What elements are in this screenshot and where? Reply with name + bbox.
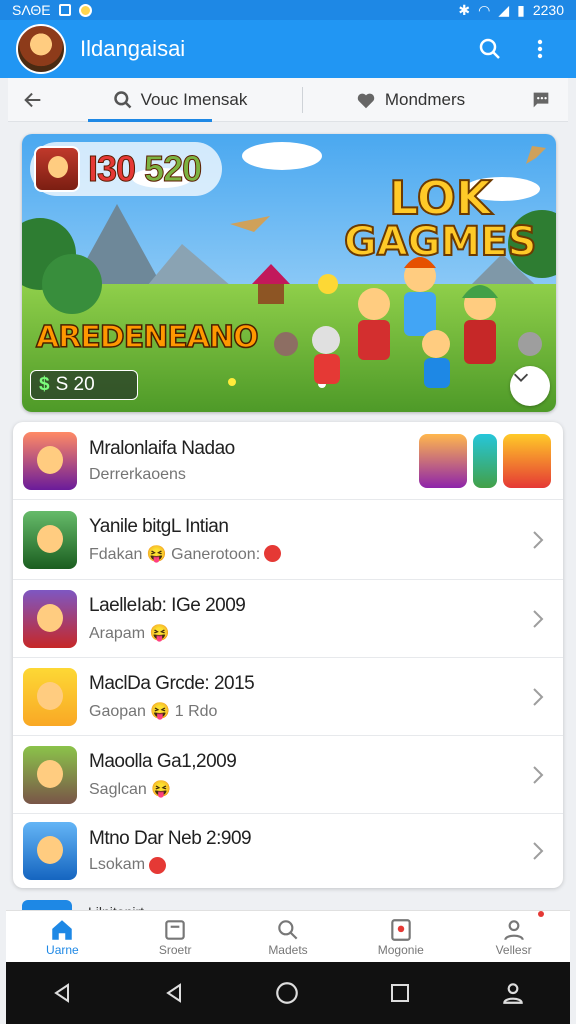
notification-dot xyxy=(537,911,544,917)
game-icon[interactable] xyxy=(473,433,497,488)
game-thumbnail xyxy=(23,431,77,490)
chat-icon[interactable] xyxy=(517,78,565,122)
nav-label: Mogonie xyxy=(377,942,424,957)
player-avatar xyxy=(34,146,80,192)
game-thumbnail xyxy=(23,745,77,804)
chevron-right-icon xyxy=(523,530,553,550)
back-icon[interactable] xyxy=(50,981,74,1005)
logo-line-1: LOK xyxy=(388,171,492,225)
back-icon[interactable] xyxy=(162,981,186,1005)
status-emoji-icon xyxy=(264,545,282,562)
nav-label: Uarne xyxy=(46,942,79,957)
badge-icon xyxy=(391,918,411,941)
list-item-subtitle: Saglcan 😝 xyxy=(89,780,172,798)
status-emoji-icon xyxy=(149,856,167,874)
nav-badges[interactable]: Mogonie xyxy=(344,911,457,962)
related-games xyxy=(419,433,551,488)
tab-favorites[interactable]: Mondmers xyxy=(303,78,517,122)
list-item-title: Maoolla Ga1,2009 xyxy=(89,750,237,772)
chevron-right-icon xyxy=(523,765,553,785)
coin-symbol: $ xyxy=(39,374,50,395)
game-icon[interactable] xyxy=(419,433,467,488)
featured-banner[interactable]: I30 520 LOK GAGMES AREDENEANO $ S 20 xyxy=(22,134,556,412)
tab-label: Vouc Imensak xyxy=(140,89,248,109)
game-icon[interactable] xyxy=(503,433,551,488)
game-thumbnail xyxy=(23,510,77,569)
nav-label: Vellesr xyxy=(495,942,532,957)
chevron-right-icon xyxy=(523,687,553,707)
status-left-text: SΛΘΕ xyxy=(12,2,51,18)
list-item-title: Mralonlaifa Nadao xyxy=(89,437,235,459)
banner-game-name: AREDENEANO xyxy=(35,319,259,356)
list-item-title: Yanile bitgL Intian xyxy=(89,515,229,537)
chevron-right-icon xyxy=(523,609,553,629)
score-pill: I30 520 xyxy=(30,142,222,196)
bluetooth-icon: ✱ xyxy=(458,1,471,18)
app-title: Ildangaisai xyxy=(80,36,186,61)
search-icon xyxy=(278,919,298,939)
nav-profile[interactable]: Vellesr xyxy=(457,911,570,962)
notification-icon xyxy=(58,4,71,16)
search-icon[interactable] xyxy=(470,29,510,69)
more-vert-icon[interactable] xyxy=(520,29,560,69)
score-left: I30 xyxy=(87,148,136,190)
list-item[interactable]: Mtno Dar Neb 2:909 Lsokam xyxy=(13,814,563,888)
game-thumbnail xyxy=(23,589,77,648)
app-notification-icon xyxy=(78,3,92,17)
battery-icon: ▮ xyxy=(517,1,525,18)
app-bar: Ildangaisai xyxy=(0,20,576,78)
expand-button[interactable] xyxy=(510,366,550,406)
status-bar: SΛΘΕ ✱ ◠ ◢ ▮ 2230 xyxy=(0,0,576,20)
nav-label: Sroetr xyxy=(158,942,192,957)
list-item[interactable]: Maoolla Ga1,2009 Saglcan 😝 xyxy=(13,736,563,814)
bottom-navigation: Uarne Sroetr Madets Mogonie Vellesr xyxy=(6,910,570,962)
list-item[interactable]: Yanile bitgL Intian Fdakan 😝 Ganerotoon: xyxy=(13,500,563,580)
signal-icon: ◢ xyxy=(498,1,510,18)
chevron-right-icon xyxy=(523,841,553,861)
coin-amount: S 20 xyxy=(55,374,95,395)
store-icon xyxy=(165,919,185,940)
nav-home[interactable]: Uarne xyxy=(6,911,119,962)
score-right: 520 xyxy=(144,148,203,190)
list-item[interactable]: MaclDa Grcde: 2015 Gaopan 😝 1 Rdo xyxy=(13,658,563,736)
tab-search[interactable]: Vouc Imensak xyxy=(58,78,302,122)
game-logo: LOK GAGMES xyxy=(343,171,538,265)
nav-label: Madets xyxy=(268,942,308,957)
list-item-subtitle: Derrerkaoens xyxy=(89,465,186,483)
avatar[interactable] xyxy=(16,24,66,74)
coin-balance: $ S 20 xyxy=(30,370,138,400)
list-item[interactable]: Mralonlaifa Nadao Derrerkaoens xyxy=(13,422,563,500)
person-icon[interactable] xyxy=(500,980,526,1006)
search-icon xyxy=(113,90,131,108)
nav-store[interactable]: Sroetr xyxy=(119,911,232,962)
wifi-icon: ◠ xyxy=(478,1,491,18)
back-arrow-icon[interactable] xyxy=(8,78,58,122)
nav-search[interactable]: Madets xyxy=(232,911,345,962)
tab-label: Mondmers xyxy=(384,89,466,109)
chevron-down-icon xyxy=(513,373,529,382)
logo-line-2: GAGMES xyxy=(343,219,538,265)
clock: 2230 xyxy=(532,2,564,18)
game-thumbnail xyxy=(23,822,77,880)
home-circle-icon[interactable] xyxy=(274,980,300,1006)
list-item[interactable]: LaelleIab: IGe 2009 Arapam 😝 xyxy=(13,580,563,658)
tab-bar: Vouc Imensak Mondmers xyxy=(8,78,568,122)
list-item-title: LaelleIab: IGe 2009 xyxy=(89,594,246,616)
person-icon xyxy=(503,919,524,940)
game-list: Mralonlaifa Nadao Derrerkaoens Yanile bi… xyxy=(13,422,563,888)
system-navigation-bar xyxy=(6,962,570,1024)
list-item-subtitle: Arapam 😝 xyxy=(89,624,170,642)
score-value: I30 520 xyxy=(87,148,203,190)
heart-icon xyxy=(357,93,375,108)
list-item-subtitle: Gaopan 😝 1 Rdo xyxy=(89,702,218,720)
game-thumbnail xyxy=(23,667,77,726)
recents-icon[interactable] xyxy=(388,981,412,1005)
home-icon xyxy=(52,919,73,940)
list-item-subtitle: Lsokam xyxy=(89,856,146,873)
list-item-title: MaclDa Grcde: 2015 xyxy=(89,672,255,694)
list-item-title: Mtno Dar Neb 2:909 xyxy=(89,828,252,849)
list-item-subtitle: Fdakan 😝 Ganerotoon: xyxy=(89,545,261,563)
